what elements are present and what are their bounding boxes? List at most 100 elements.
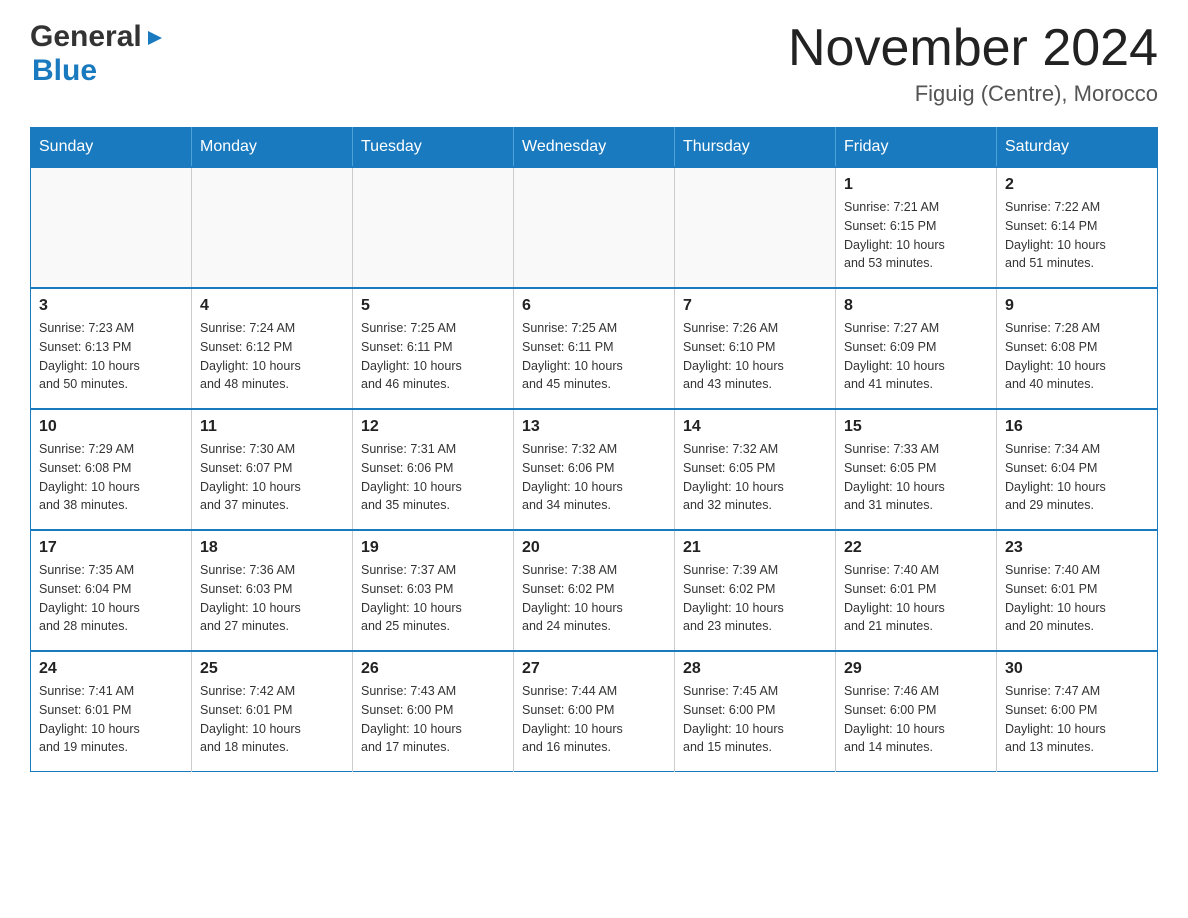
calendar-table: SundayMondayTuesdayWednesdayThursdayFrid…: [30, 127, 1158, 772]
day-number: 9: [1005, 297, 1149, 315]
logo-triangle-icon: [144, 27, 166, 49]
calendar-week-row: 3 Sunrise: 7:23 AM Sunset: 6:13 PM Daylig…: [31, 288, 1158, 409]
day-info: Sunrise: 7:45 AM Sunset: 6:00 PM Dayligh…: [683, 682, 827, 757]
day-number: 7: [683, 297, 827, 315]
day-number: 26: [361, 660, 505, 678]
weekday-header: Tuesday: [353, 128, 514, 168]
calendar-cell: 11 Sunrise: 7:30 AM Sunset: 6:07 PM Dayli…: [192, 409, 353, 530]
day-info: Sunrise: 7:37 AM Sunset: 6:03 PM Dayligh…: [361, 561, 505, 636]
day-number: 29: [844, 660, 988, 678]
calendar-cell: 2Sunrise: 7:22 AM Sunset: 6:14 PM Daylig…: [997, 167, 1158, 288]
calendar-cell: [675, 167, 836, 288]
calendar-cell: 9 Sunrise: 7:28 AM Sunset: 6:08 PM Daylig…: [997, 288, 1158, 409]
calendar-cell: 13 Sunrise: 7:32 AM Sunset: 6:06 PM Dayli…: [514, 409, 675, 530]
day-info: Sunrise: 7:42 AM Sunset: 6:01 PM Dayligh…: [200, 682, 344, 757]
month-title: November 2024: [788, 20, 1158, 77]
calendar-cell: 10Sunrise: 7:29 AM Sunset: 6:08 PM Dayli…: [31, 409, 192, 530]
calendar-cell: 21 Sunrise: 7:39 AM Sunset: 6:02 PM Dayli…: [675, 530, 836, 651]
calendar-week-row: 17Sunrise: 7:35 AM Sunset: 6:04 PM Dayli…: [31, 530, 1158, 651]
calendar-cell: 1Sunrise: 7:21 AM Sunset: 6:15 PM Daylig…: [836, 167, 997, 288]
calendar-cell: 15Sunrise: 7:33 AM Sunset: 6:05 PM Dayli…: [836, 409, 997, 530]
logo-blue-text: Blue: [32, 54, 97, 88]
day-number: 12: [361, 418, 505, 436]
calendar-cell: 20 Sunrise: 7:38 AM Sunset: 6:02 PM Dayli…: [514, 530, 675, 651]
day-info: Sunrise: 7:30 AM Sunset: 6:07 PM Dayligh…: [200, 440, 344, 515]
day-info: Sunrise: 7:28 AM Sunset: 6:08 PM Dayligh…: [1005, 319, 1149, 394]
weekday-header: Thursday: [675, 128, 836, 168]
calendar-cell: 23 Sunrise: 7:40 AM Sunset: 6:01 PM Dayli…: [997, 530, 1158, 651]
weekday-header: Monday: [192, 128, 353, 168]
day-number: 22: [844, 539, 988, 557]
day-number: 18: [200, 539, 344, 557]
day-number: 10: [39, 418, 183, 436]
calendar-cell: 18 Sunrise: 7:36 AM Sunset: 6:03 PM Dayli…: [192, 530, 353, 651]
weekday-header: Saturday: [997, 128, 1158, 168]
day-info: Sunrise: 7:41 AM Sunset: 6:01 PM Dayligh…: [39, 682, 183, 757]
day-number: 11: [200, 418, 344, 436]
day-info: Sunrise: 7:38 AM Sunset: 6:02 PM Dayligh…: [522, 561, 666, 636]
weekday-header: Sunday: [31, 128, 192, 168]
day-number: 6: [522, 297, 666, 315]
calendar-cell: 28 Sunrise: 7:45 AM Sunset: 6:00 PM Dayli…: [675, 651, 836, 772]
day-number: 28: [683, 660, 827, 678]
calendar-cell: 26 Sunrise: 7:43 AM Sunset: 6:00 PM Dayli…: [353, 651, 514, 772]
day-number: 20: [522, 539, 666, 557]
calendar-cell: 17Sunrise: 7:35 AM Sunset: 6:04 PM Dayli…: [31, 530, 192, 651]
day-info: Sunrise: 7:43 AM Sunset: 6:00 PM Dayligh…: [361, 682, 505, 757]
day-number: 1: [844, 176, 988, 194]
day-info: Sunrise: 7:40 AM Sunset: 6:01 PM Dayligh…: [1005, 561, 1149, 636]
day-info: Sunrise: 7:27 AM Sunset: 6:09 PM Dayligh…: [844, 319, 988, 394]
calendar-cell: 30 Sunrise: 7:47 AM Sunset: 6:00 PM Dayli…: [997, 651, 1158, 772]
calendar-cell: [192, 167, 353, 288]
location: Figuig (Centre), Morocco: [788, 81, 1158, 107]
day-info: Sunrise: 7:40 AM Sunset: 6:01 PM Dayligh…: [844, 561, 988, 636]
calendar-cell: 19 Sunrise: 7:37 AM Sunset: 6:03 PM Dayli…: [353, 530, 514, 651]
day-info: Sunrise: 7:32 AM Sunset: 6:06 PM Dayligh…: [522, 440, 666, 515]
calendar-cell: 25 Sunrise: 7:42 AM Sunset: 6:01 PM Dayli…: [192, 651, 353, 772]
day-number: 4: [200, 297, 344, 315]
calendar-cell: 4Sunrise: 7:24 AM Sunset: 6:12 PM Daylig…: [192, 288, 353, 409]
day-info: Sunrise: 7:31 AM Sunset: 6:06 PM Dayligh…: [361, 440, 505, 515]
day-number: 8: [844, 297, 988, 315]
calendar-cell: 7 Sunrise: 7:26 AM Sunset: 6:10 PM Daylig…: [675, 288, 836, 409]
page-header: General Blue November 2024 Figuig (Centr…: [30, 20, 1158, 107]
calendar-header-row: SundayMondayTuesdayWednesdayThursdayFrid…: [31, 128, 1158, 168]
day-info: Sunrise: 7:47 AM Sunset: 6:00 PM Dayligh…: [1005, 682, 1149, 757]
calendar-cell: [31, 167, 192, 288]
calendar-week-row: 1Sunrise: 7:21 AM Sunset: 6:15 PM Daylig…: [31, 167, 1158, 288]
day-info: Sunrise: 7:25 AM Sunset: 6:11 PM Dayligh…: [361, 319, 505, 394]
day-info: Sunrise: 7:25 AM Sunset: 6:11 PM Dayligh…: [522, 319, 666, 394]
calendar-cell: 29 Sunrise: 7:46 AM Sunset: 6:00 PM Dayli…: [836, 651, 997, 772]
day-number: 5: [361, 297, 505, 315]
day-number: 23: [1005, 539, 1149, 557]
calendar-cell: 22 Sunrise: 7:40 AM Sunset: 6:01 PM Dayli…: [836, 530, 997, 651]
calendar-cell: 12 Sunrise: 7:31 AM Sunset: 6:06 PM Dayli…: [353, 409, 514, 530]
day-number: 27: [522, 660, 666, 678]
day-info: Sunrise: 7:35 AM Sunset: 6:04 PM Dayligh…: [39, 561, 183, 636]
day-number: 25: [200, 660, 344, 678]
day-number: 2: [1005, 176, 1149, 194]
day-number: 21: [683, 539, 827, 557]
weekday-header: Wednesday: [514, 128, 675, 168]
weekday-header: Friday: [836, 128, 997, 168]
day-info: Sunrise: 7:26 AM Sunset: 6:10 PM Dayligh…: [683, 319, 827, 394]
title-block: November 2024 Figuig (Centre), Morocco: [788, 20, 1158, 107]
day-info: Sunrise: 7:34 AM Sunset: 6:04 PM Dayligh…: [1005, 440, 1149, 515]
day-info: Sunrise: 7:33 AM Sunset: 6:05 PM Dayligh…: [844, 440, 988, 515]
calendar-week-row: 24Sunrise: 7:41 AM Sunset: 6:01 PM Dayli…: [31, 651, 1158, 772]
day-info: Sunrise: 7:39 AM Sunset: 6:02 PM Dayligh…: [683, 561, 827, 636]
day-number: 13: [522, 418, 666, 436]
logo-general-text: General: [30, 20, 142, 54]
calendar-cell: 14Sunrise: 7:32 AM Sunset: 6:05 PM Dayli…: [675, 409, 836, 530]
calendar-cell: 8 Sunrise: 7:27 AM Sunset: 6:09 PM Daylig…: [836, 288, 997, 409]
day-info: Sunrise: 7:36 AM Sunset: 6:03 PM Dayligh…: [200, 561, 344, 636]
day-number: 30: [1005, 660, 1149, 678]
calendar-week-row: 10Sunrise: 7:29 AM Sunset: 6:08 PM Dayli…: [31, 409, 1158, 530]
day-number: 19: [361, 539, 505, 557]
day-number: 3: [39, 297, 183, 315]
calendar-cell: [353, 167, 514, 288]
day-info: Sunrise: 7:32 AM Sunset: 6:05 PM Dayligh…: [683, 440, 827, 515]
day-info: Sunrise: 7:46 AM Sunset: 6:00 PM Dayligh…: [844, 682, 988, 757]
logo: General Blue: [30, 20, 166, 88]
day-info: Sunrise: 7:23 AM Sunset: 6:13 PM Dayligh…: [39, 319, 183, 394]
